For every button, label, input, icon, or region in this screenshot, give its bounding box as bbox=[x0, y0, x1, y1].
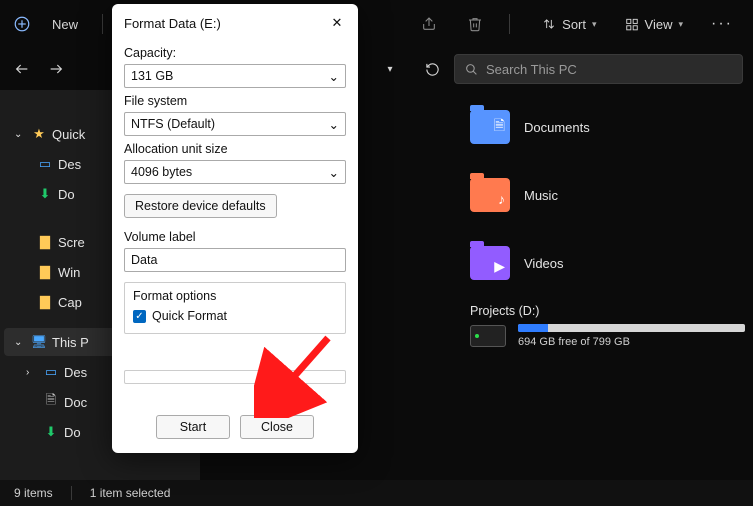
star-icon: ★ bbox=[30, 126, 48, 142]
capacity-select[interactable]: 131 GB ⌄ bbox=[124, 64, 346, 88]
folder-icon: ▇ bbox=[36, 294, 54, 310]
close-icon[interactable]: ✕ bbox=[328, 14, 346, 32]
capacity-value: 131 GB bbox=[131, 69, 173, 83]
sidebar-item-label: Doc bbox=[64, 395, 87, 410]
document-icon: 🗎 bbox=[42, 391, 60, 413]
filesystem-value: NTFS (Default) bbox=[131, 117, 215, 131]
quick-format-label: Quick Format bbox=[152, 309, 227, 323]
close-button[interactable]: Close bbox=[240, 415, 314, 439]
chevron-down-icon: ⌄ bbox=[329, 165, 339, 180]
new-button[interactable]: New bbox=[42, 8, 88, 40]
quick-format-checkbox[interactable]: ✓ Quick Format bbox=[133, 309, 337, 323]
back-button[interactable] bbox=[10, 57, 34, 81]
close-label: Close bbox=[261, 420, 293, 434]
allocation-label: Allocation unit size bbox=[124, 142, 346, 156]
folder-icon: 🗎 bbox=[470, 110, 510, 144]
download-icon: ⬇ bbox=[42, 424, 60, 440]
sidebar-item-label: Win bbox=[58, 265, 80, 280]
drive-free-text: 694 GB free of 799 GB bbox=[518, 336, 745, 348]
folder-label: Music bbox=[524, 188, 558, 203]
chevron-down-icon: ▾ bbox=[592, 19, 597, 30]
folder-label: Videos bbox=[524, 256, 564, 271]
refresh-button[interactable] bbox=[420, 57, 444, 81]
format-progress bbox=[124, 370, 346, 384]
download-icon: ⬇ bbox=[36, 186, 54, 202]
desktop-icon: ▭ bbox=[36, 156, 54, 172]
format-dialog: Format Data (E:) ✕ Capacity: 131 GB ⌄ Fi… bbox=[112, 4, 358, 453]
address-chevron-icon[interactable]: ▾ bbox=[378, 57, 402, 81]
filesystem-select[interactable]: NTFS (Default) ⌄ bbox=[124, 112, 346, 136]
start-button[interactable]: Start bbox=[156, 415, 230, 439]
sidebar-item-label: Cap bbox=[58, 295, 82, 310]
restore-label: Restore device defaults bbox=[135, 199, 266, 213]
search-input[interactable]: Search This PC bbox=[454, 54, 743, 84]
volume-label-input[interactable]: Data bbox=[124, 248, 346, 272]
restore-defaults-button[interactable]: Restore device defaults bbox=[124, 194, 277, 218]
more-button[interactable]: ··· bbox=[701, 8, 743, 40]
chevron-down-icon: ⌄ bbox=[329, 117, 339, 132]
chevron-down-icon: ▾ bbox=[678, 19, 683, 30]
folder-documents[interactable]: 🗎 Documents bbox=[470, 110, 745, 144]
status-selected: 1 item selected bbox=[90, 486, 171, 500]
separator bbox=[509, 14, 510, 34]
sidebar-item-label: Des bbox=[64, 365, 87, 380]
folder-icon: ▶ bbox=[470, 246, 510, 280]
share-icon[interactable] bbox=[417, 12, 441, 36]
format-options-label: Format options bbox=[133, 289, 337, 303]
folder-videos[interactable]: ▶ Videos bbox=[470, 246, 745, 280]
separator bbox=[71, 486, 72, 500]
capacity-label: Capacity: bbox=[124, 46, 346, 60]
status-bar: 9 items 1 item selected bbox=[0, 480, 753, 506]
status-count: 9 items bbox=[14, 486, 53, 500]
trash-icon[interactable] bbox=[463, 12, 487, 36]
drive-projects[interactable]: 694 GB free of 799 GB bbox=[470, 324, 745, 348]
sidebar-item-label: This P bbox=[52, 335, 89, 350]
search-placeholder: Search This PC bbox=[486, 62, 577, 77]
dialog-title: Format Data (E:) bbox=[124, 16, 221, 31]
folder-music[interactable]: ♪ Music bbox=[470, 178, 745, 212]
folder-icon: ♪ bbox=[470, 178, 510, 212]
allocation-value: 4096 bytes bbox=[131, 165, 192, 179]
volume-label-value: Data bbox=[131, 253, 157, 267]
allocation-select[interactable]: 4096 bytes ⌄ bbox=[124, 160, 346, 184]
view-button[interactable]: View ▾ bbox=[615, 8, 693, 40]
folder-label: Documents bbox=[524, 120, 590, 135]
new-label: New bbox=[52, 17, 78, 32]
start-label: Start bbox=[180, 420, 206, 434]
folder-icon: ▇ bbox=[36, 264, 54, 280]
sidebar-item-label: Do bbox=[64, 425, 81, 440]
drive-icon bbox=[470, 325, 506, 347]
chevron-right-icon: › bbox=[26, 367, 38, 378]
filesystem-label: File system bbox=[124, 94, 346, 108]
chevron-down-icon: ⌄ bbox=[14, 337, 26, 348]
pc-icon: 🖥 bbox=[30, 334, 48, 350]
new-icon[interactable] bbox=[10, 12, 34, 36]
checkbox-checked-icon: ✓ bbox=[133, 310, 146, 323]
chevron-down-icon: ⌄ bbox=[329, 69, 339, 84]
drive-title: Projects (D:) bbox=[470, 304, 745, 318]
sidebar-item-label: Scre bbox=[58, 235, 85, 250]
chevron-down-icon: ⌄ bbox=[14, 129, 26, 140]
view-label: View bbox=[645, 17, 673, 32]
format-options-group: Format options ✓ Quick Format bbox=[124, 282, 346, 334]
drive-usage-bar bbox=[518, 324, 548, 332]
sort-button[interactable]: Sort ▾ bbox=[532, 8, 606, 40]
folder-icon: ▇ bbox=[36, 234, 54, 250]
separator bbox=[102, 14, 103, 34]
desktop-icon: ▭ bbox=[42, 364, 60, 380]
sidebar-item-label: Des bbox=[58, 157, 81, 172]
forward-button[interactable] bbox=[44, 57, 68, 81]
sidebar-item-label: Do bbox=[58, 187, 75, 202]
sidebar-item-label: Quick bbox=[52, 127, 85, 142]
volume-label-label: Volume label bbox=[124, 230, 346, 244]
sort-label: Sort bbox=[562, 17, 586, 32]
